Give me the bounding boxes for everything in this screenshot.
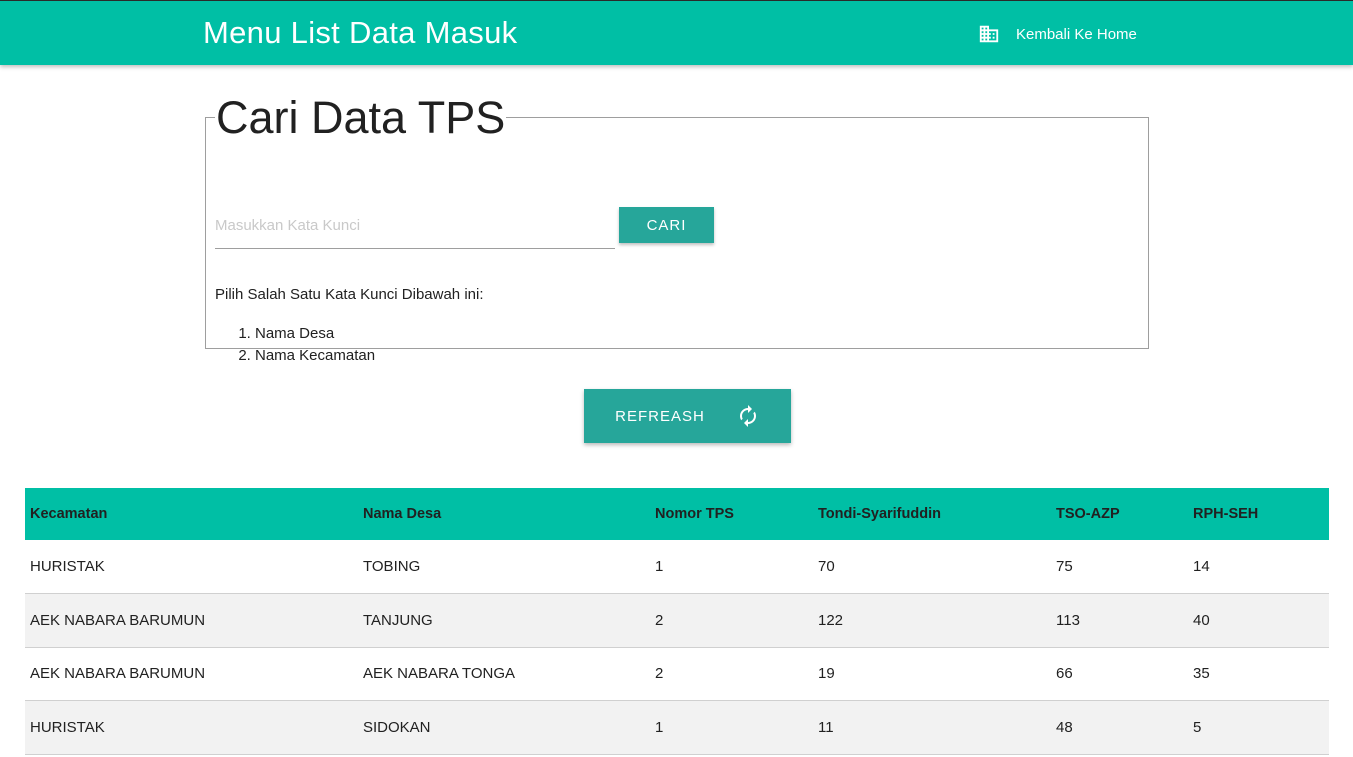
cell-tso-azp: 113 [1056,611,1080,629]
cell-tso-azp: 66 [1056,665,1073,683]
search-button[interactable]: CARI [619,207,714,243]
cell-kecamatan: HURISTAK [30,718,105,736]
cell-nama-desa: TANJUNG [363,611,433,629]
header-tondi-syarifuddin: Tondi-Syarifuddin [818,506,941,522]
keyword-item: Nama Desa [255,323,375,345]
tps-data-table: Kecamatan Nama Desa Nomor TPS Tondi-Syar… [25,488,1329,755]
cell-kecamatan: AEK NABARA BARUMUN [30,665,206,683]
cell-nomor-tps: 2 [655,665,664,683]
cell-rph-seh: 5 [1193,718,1202,736]
cell-kecamatan: HURISTAK [30,558,105,575]
cell-tondi-syarifuddin: 11 [818,718,834,736]
cell-rph-seh: 40 [1193,611,1210,629]
refresh-button-label: REFREASH [615,407,705,425]
header-nomor-tps: Nomor TPS [655,506,734,522]
cell-nama-desa: TOBING [363,558,421,575]
header-kecamatan: Kecamatan [30,506,108,522]
cell-rph-seh: 35 [1193,665,1210,683]
cell-nama-desa: AEK NABARA TONGA [363,665,515,683]
table-row: AEK NABARA BARUMUN AEK NABARA TONGA 2 19… [25,647,1329,701]
cell-kecamatan: AEK NABARA BARUMUN [30,611,206,629]
cell-nama-desa: SIDOKAN [363,718,431,736]
back-to-home-label: Kembali Ke Home [1016,25,1137,43]
cell-tso-azp: 48 [1056,718,1073,736]
building-icon [979,25,999,43]
keyword-list: Nama Desa Nama Kecamatan [240,323,375,367]
header-tso-azp: TSO-AZP [1056,506,1120,522]
cell-nomor-tps: 2 [655,611,664,629]
top-navbar: Menu List Data Masuk Kembali Ke Home [0,0,1353,65]
cell-tondi-syarifuddin: 122 [818,611,844,629]
header-nama-desa: Nama Desa [363,506,442,522]
cell-rph-seh: 14 [1193,558,1210,575]
table-header-row: Kecamatan Nama Desa Nomor TPS Tondi-Syar… [25,488,1329,540]
cell-tso-azp: 75 [1056,558,1073,575]
search-panel-title: Cari Data TPS [216,92,506,143]
header-rph-seh: RPH-SEH [1193,506,1259,522]
refresh-button[interactable]: REFREASH [584,389,791,443]
table-row: AEK NABARA BARUMUN TANJUNG 2 122 113 40 [25,593,1329,647]
search-panel: Cari Data TPS CARI Pilih Salah Satu Kata… [205,92,1149,364]
refresh-icon [739,405,756,427]
cell-nomor-tps: 1 [655,718,664,736]
keyword-item: Nama Kecamatan [255,345,375,367]
cell-tondi-syarifuddin: 19 [818,665,835,683]
search-input[interactable] [215,203,615,249]
keyword-hint: Pilih Salah Satu Kata Kunci Dibawah ini: [215,286,484,303]
table-row: HURISTAK SIDOKAN 1 11 48 5 [25,700,1329,754]
cell-tondi-syarifuddin: 70 [818,558,835,575]
cell-nomor-tps: 1 [655,558,664,575]
page-title: Menu List Data Masuk [203,15,518,50]
table-row: HURISTAK TOBING 1 70 75 14 [25,540,1329,594]
back-to-home-link[interactable]: Kembali Ke Home [978,22,1137,46]
